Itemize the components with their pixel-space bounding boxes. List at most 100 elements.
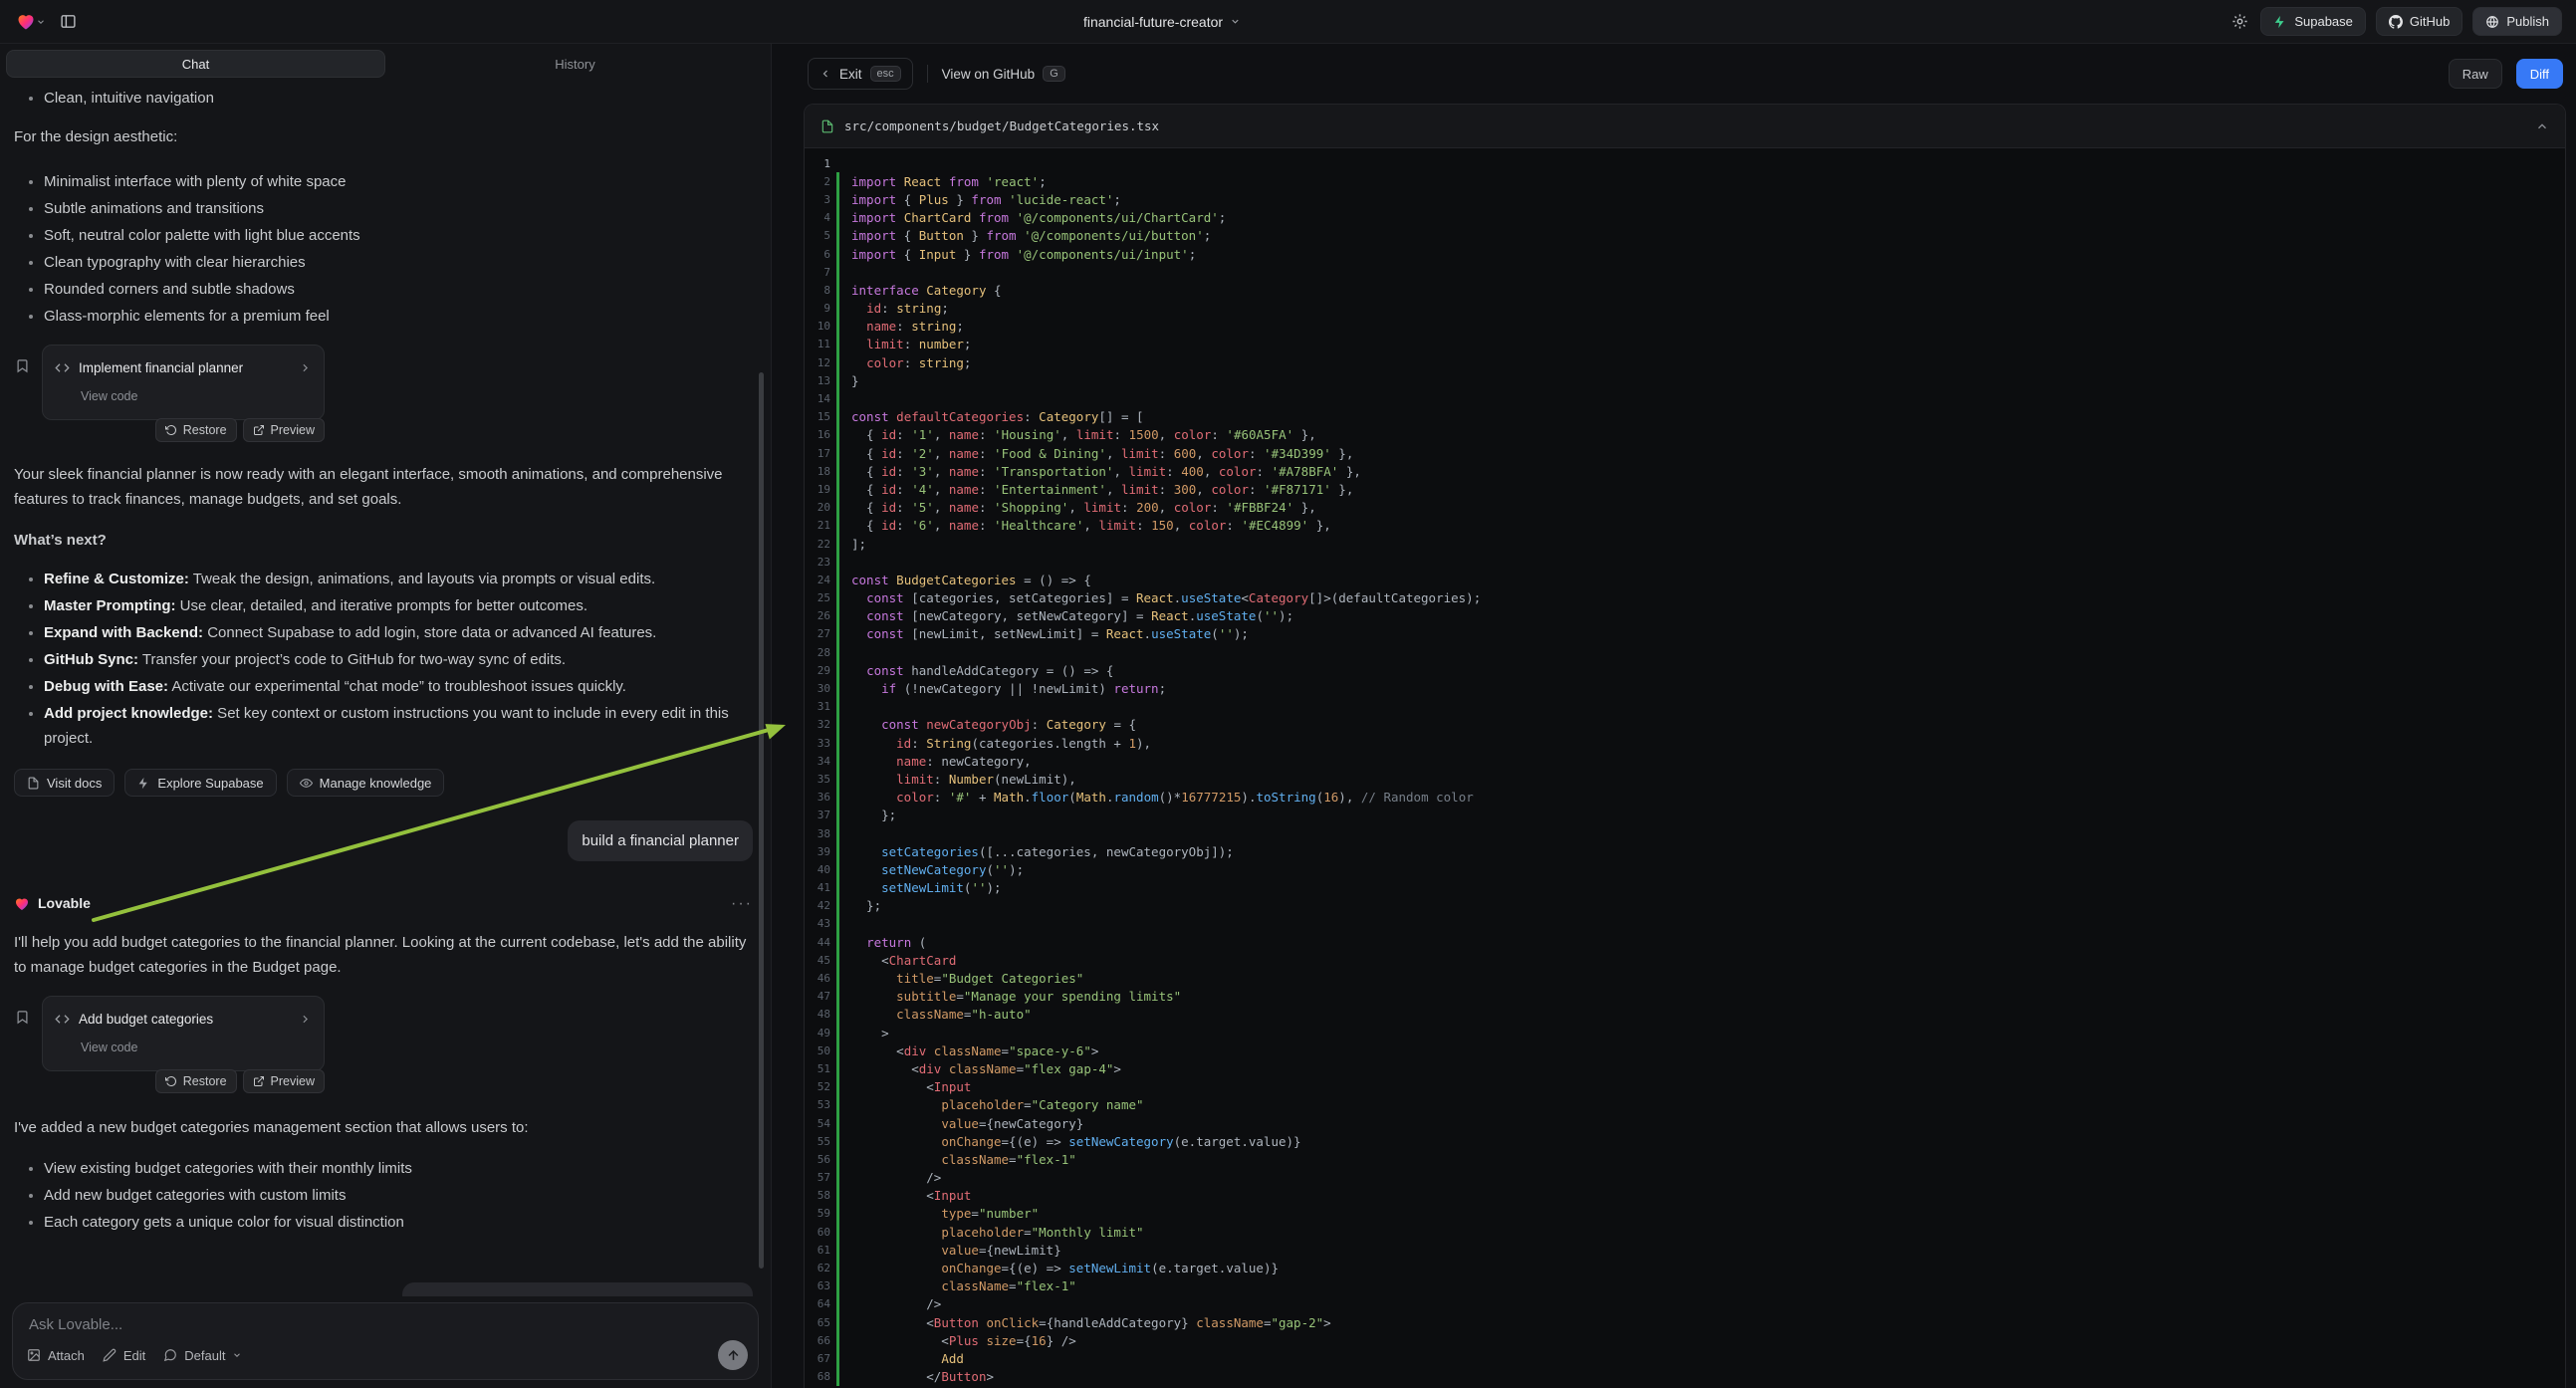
project-name: financial-future-creator [1083,14,1223,30]
line-number: 59 [805,1207,830,1220]
line-number: 36 [805,791,830,804]
chevron-down-icon [36,17,46,27]
view-code-link[interactable]: View code [81,384,312,409]
code-line: 56 className="flex-1" [805,1150,2565,1168]
line-number: 39 [805,845,830,858]
restore-button[interactable]: Restore [155,418,237,442]
diff-added-marker [836,371,839,389]
more-options-button[interactable]: ··· [731,895,753,913]
code-line: 67 Add [805,1349,2565,1367]
code-text: setCategories([...categories, newCategor… [851,844,1234,859]
code-line: 64 /> [805,1295,2565,1313]
publish-button[interactable]: Publish [2472,7,2562,36]
diff-added-marker [836,499,839,517]
code-text: type="number" [851,1206,1039,1221]
code-line: 26 const [newCategory, setNewCategory] =… [805,607,2565,625]
github-button[interactable]: GitHub [2376,7,2462,36]
line-number: 51 [805,1062,830,1075]
lovable-logo-menu[interactable] [14,10,48,34]
line-number: 64 [805,1297,830,1310]
code-line: 29 const handleAddCategory = () => { [805,661,2565,679]
file-path: src/components/budget/BudgetCategories.t… [844,118,1159,133]
code-text: className="h-auto" [851,1007,1032,1022]
chat-scrollbar-thumb[interactable] [759,372,764,1269]
attach-button[interactable]: Attach [27,1348,85,1363]
arrow-up-icon [726,1348,741,1363]
code-text: const [newLimit, setNewLimit] = React.us… [851,626,1249,641]
tab-history[interactable]: History [385,50,765,78]
preview-button[interactable]: Preview [243,418,325,442]
chevron-down-icon [232,1350,242,1360]
restore-button[interactable]: Restore [155,1069,237,1093]
chevron-up-icon [2535,119,2549,133]
diff-view-button[interactable]: Diff [2516,59,2563,89]
code-line: 41 setNewLimit(''); [805,879,2565,897]
diff-added-marker [836,426,839,444]
code-line: 32 const newCategoryObj: Category = { [805,716,2565,734]
pencil-icon [103,1348,117,1362]
line-number: 52 [805,1080,830,1093]
visit-docs-button[interactable]: Visit docs [14,769,115,797]
code-text: id: String(categories.length + 1), [851,736,1151,751]
code-text: const newCategoryObj: Category = { [851,717,1136,732]
manage-knowledge-button[interactable]: Manage knowledge [287,769,445,797]
line-number: 10 [805,320,830,333]
code-text: import ChartCard from '@/components/ui/C… [851,210,1226,225]
line-number: 46 [805,972,830,985]
view-on-github-button[interactable]: View on GitHub G [942,66,1065,82]
line-number: 42 [805,899,830,912]
version-card-add-budget-categories[interactable]: Add budget categories View code [42,996,325,1071]
view-code-link[interactable]: View code [81,1036,312,1060]
line-number: 41 [805,881,830,894]
chevron-right-icon [299,361,312,374]
quick-actions: Visit docs Explore Supabase Manage knowl… [14,769,753,797]
code-panel: Exit esc View on GitHub G Raw Diff src/c… [772,44,2576,1388]
bookmark-icon[interactable] [15,1010,30,1025]
bookmark-icon[interactable] [15,358,30,373]
diff-added-marker [836,915,839,933]
explore-supabase-button[interactable]: Explore Supabase [124,769,276,797]
raw-view-button[interactable]: Raw [2449,59,2502,89]
supabase-button[interactable]: Supabase [2260,7,2366,36]
panel-toggle-icon [60,13,77,30]
project-switcher[interactable]: financial-future-creator [1083,14,1241,30]
code-text: onChange={(e) => setNewCategory(e.target… [851,1134,1301,1149]
diff-added-marker [836,661,839,679]
diff-added-marker [836,1169,839,1187]
edit-button[interactable]: Edit [103,1348,145,1363]
line-number: 19 [805,483,830,496]
line-number: 6 [805,248,830,261]
code-text: <Plus size={16} /> [851,1333,1076,1348]
code-line: 39 setCategories([...categories, newCate… [805,842,2565,860]
exit-button[interactable]: Exit esc [808,58,913,90]
settings-button[interactable] [2229,11,2250,32]
line-number: 54 [805,1117,830,1130]
file-header[interactable]: src/components/budget/BudgetCategories.t… [805,105,2565,148]
diff-added-marker [836,698,839,716]
preview-button[interactable]: Preview [243,1069,325,1093]
diff-added-marker [836,154,839,172]
tab-chat[interactable]: Chat [6,50,385,78]
line-number: 28 [805,646,830,659]
version-card-implement-financial-planner[interactable]: Implement financial planner View code [42,345,325,420]
code-line: 2import React from 'react'; [805,172,2565,190]
line-number: 30 [805,682,830,695]
mode-selector[interactable]: Default [163,1348,242,1363]
chat-scrollback[interactable]: Clean, intuitive navigation For the desi… [0,80,771,1296]
code-text: limit: number; [851,337,971,351]
line-number: 63 [805,1279,830,1292]
diff-added-marker [836,770,839,788]
send-button[interactable] [718,1340,748,1370]
card-title: Implement financial planner [79,355,243,380]
panel-toggle-button[interactable] [58,11,79,32]
bullet-item: Rounded corners and subtle shadows [44,277,753,302]
code-text: <Button onClick={handleAddCategory} clas… [851,1315,1331,1330]
collapse-file-button[interactable] [2535,119,2549,133]
diff-added-marker [836,1331,839,1349]
code-line: 49 > [805,1024,2565,1041]
code-diff-view[interactable]: 12import React from 'react';3import { Pl… [805,148,2565,1388]
bullet-item: Subtle animations and transitions [44,196,753,221]
chat-input[interactable] [13,1303,758,1333]
code-line: 13} [805,371,2565,389]
composer: Attach Edit Default [12,1302,759,1380]
